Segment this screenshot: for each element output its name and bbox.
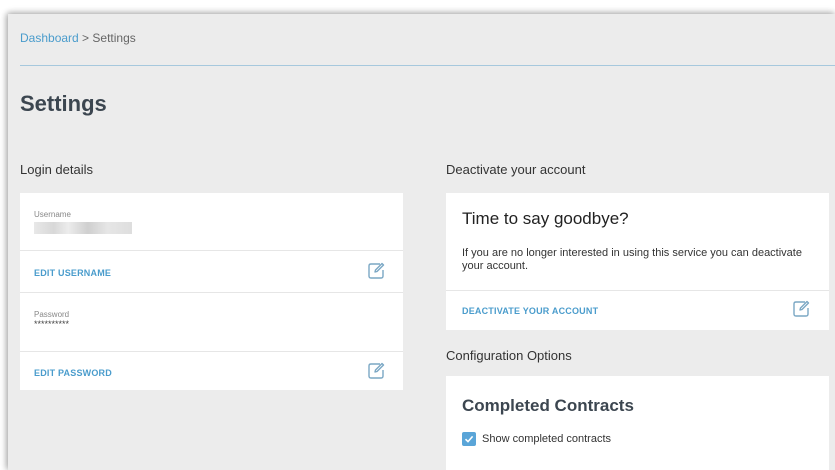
edit-icon[interactable] [792,300,810,318]
deactivate-info-row: Time to say goodbye? If you are no longe… [446,193,829,291]
breadcrumb: Dashboard > Settings [20,31,136,45]
config-card: Completed Contracts Show completed contr… [446,376,829,470]
deactivate-action-row: DEACTIVATE YOUR ACCOUNT [446,291,829,330]
username-value-redacted [34,222,132,234]
edit-icon[interactable] [367,362,385,380]
password-label: Password [34,310,70,319]
deactivate-section-label: Deactivate your account [446,162,586,177]
show-completed-checkbox[interactable] [462,432,476,446]
username-label: Username [34,210,71,219]
header-divider [20,65,835,66]
check-icon [464,435,474,443]
page-title: Settings [20,91,107,116]
edit-icon[interactable] [367,262,385,280]
login-section-label: Login details [20,162,93,177]
config-section-label: Configuration Options [446,348,572,363]
username-row: Username [20,193,403,251]
edit-password-row: EDIT PASSWORD [20,352,403,391]
deactivate-description: If you are no longer interested in using… [462,247,802,272]
password-row: Password ********** [20,293,403,352]
breadcrumb-separator: > [78,31,93,45]
edit-password-link[interactable]: EDIT PASSWORD [34,368,112,378]
edit-username-link[interactable]: EDIT USERNAME [34,268,111,278]
breadcrumb-current: Settings [92,31,136,45]
login-card: Username EDIT USERNAME Password ********… [20,193,403,390]
show-completed-contracts-option[interactable]: Show completed contracts [462,432,611,446]
breadcrumb-dashboard-link[interactable]: Dashboard [20,31,79,45]
deactivate-heading: Time to say goodbye? [462,209,629,228]
password-value: ********** [34,319,70,329]
deactivate-card: Time to say goodbye? If you are no longe… [446,193,829,330]
config-heading: Completed Contracts [462,396,634,415]
settings-window: Dashboard > Settings Settings Login deta… [8,14,835,470]
edit-username-row: EDIT USERNAME [20,251,403,293]
deactivate-account-link[interactable]: DEACTIVATE YOUR ACCOUNT [462,306,598,316]
show-completed-label: Show completed contracts [482,433,612,445]
